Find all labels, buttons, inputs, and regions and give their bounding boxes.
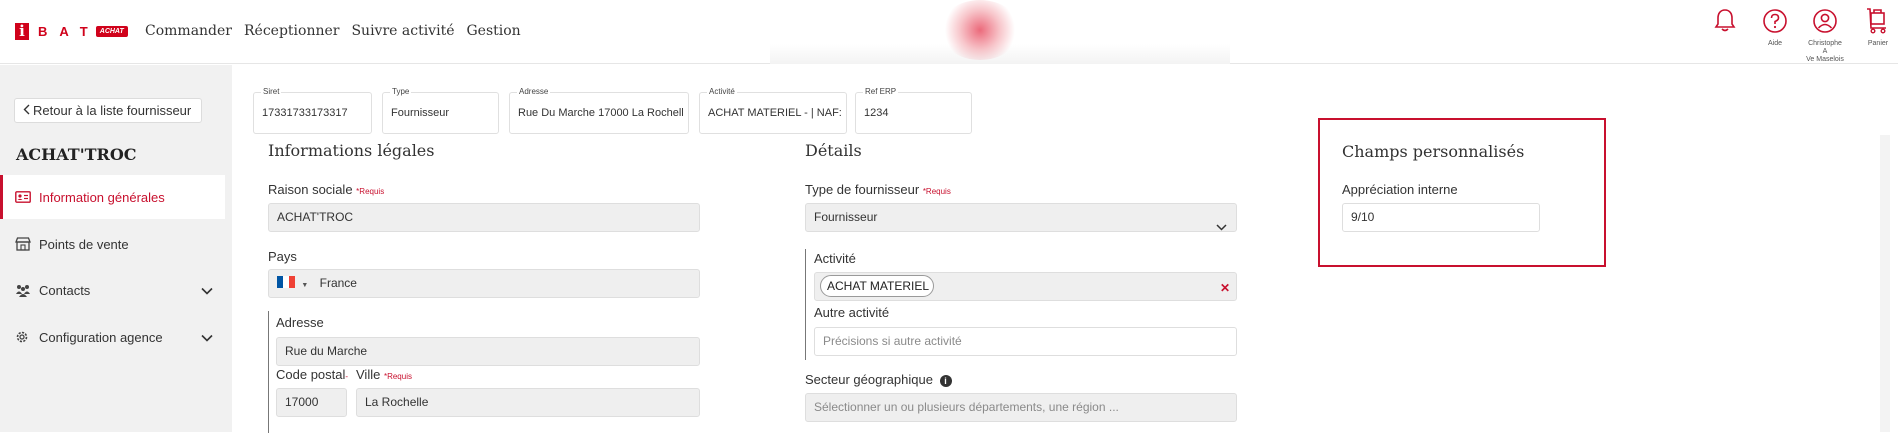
code-postal-input[interactable]: 17000 xyxy=(276,388,347,417)
pays-select[interactable]: ▼ France xyxy=(268,269,700,298)
scrollbar[interactable] xyxy=(1880,135,1890,432)
back-to-list-label: Retour à la liste fournisseur xyxy=(33,103,192,118)
sidebar-item-label: Configuration agence xyxy=(39,329,163,345)
gear-icon xyxy=(15,330,35,344)
sidebar-item-contacts[interactable]: Contacts xyxy=(0,268,225,312)
summary-type: Type Fournisseur xyxy=(382,87,499,134)
company-name: ACHAT'TROC xyxy=(16,145,137,164)
user-account-button[interactable]: Christophe A Ve Maselois xyxy=(1805,8,1845,64)
nav-receptionner[interactable]: Réceptionner xyxy=(244,23,339,39)
ville-label: Ville *Requis xyxy=(356,367,412,382)
secteur-geographique-label: Secteur géographique i xyxy=(805,372,952,387)
raison-sociale-label: Raison sociale *Requis xyxy=(268,182,385,197)
france-flag-icon xyxy=(277,276,295,289)
caret-down-icon: ▼ xyxy=(301,282,309,289)
back-to-list-button[interactable]: Retour à la liste fournisseur xyxy=(14,98,203,123)
type-fournisseur-select[interactable]: Fournisseur xyxy=(805,203,1237,232)
bell-icon xyxy=(1714,9,1736,32)
cart-icon xyxy=(1867,8,1886,34)
blurred-area xyxy=(940,0,1020,60)
nav-suivre-activite[interactable]: Suivre activité xyxy=(351,23,454,39)
type-fournisseur-value: Fournisseur xyxy=(814,210,878,224)
legal-section-title: Informations légales xyxy=(268,141,435,160)
summary-label: Adresse xyxy=(517,87,551,96)
summary-label: Activité xyxy=(707,87,737,96)
chevron-down-icon[interactable] xyxy=(201,330,213,345)
activite-label: Activité xyxy=(814,251,856,266)
required-marker: *Requis xyxy=(356,187,385,196)
summary-label: Type xyxy=(390,87,412,96)
main-nav: Commander Réceptionner Suivre activité G… xyxy=(145,23,521,39)
store-icon xyxy=(15,237,35,251)
help-icon xyxy=(1763,9,1787,33)
sidebar-item-configuration-agence[interactable]: Configuration agence xyxy=(0,315,225,359)
secteur-geographique-select[interactable]: Sélectionner un ou plusieurs département… xyxy=(805,393,1237,422)
help-button[interactable]: Aide xyxy=(1755,8,1795,48)
sidebar-item-label: Points de vente xyxy=(39,236,129,252)
sidebar-item-label: Contacts xyxy=(39,282,91,298)
people-icon xyxy=(15,284,35,297)
summary-value: ACHAT MATERIEL - | NAF: - xyxy=(708,107,842,119)
cart-label: Panier xyxy=(1867,40,1889,47)
chevron-left-icon xyxy=(23,99,30,122)
summary-value: 1234 xyxy=(864,107,889,119)
summary-label: Siret xyxy=(261,87,282,96)
ibat-logo[interactable]: i BAT ACHAT xyxy=(15,23,128,40)
ville-input[interactable]: La Rochelle xyxy=(356,388,700,417)
sidebar-item-points-de-vente[interactable]: Points de vente xyxy=(0,222,225,266)
required-marker: *Requis xyxy=(383,372,412,381)
user-label: Christophe A Ve Maselois xyxy=(1806,40,1844,63)
summary-label: Ref ERP xyxy=(863,87,899,96)
summary-activite: Activité ACHAT MATERIEL - | NAF: - xyxy=(699,87,847,134)
logo-letters: BAT xyxy=(38,24,100,39)
pays-label: Pays xyxy=(268,249,297,264)
highlight-box xyxy=(1318,118,1606,267)
clear-activite-icon[interactable]: ✕ xyxy=(1220,281,1230,295)
activite-tag[interactable]: ACHAT MATERIEL xyxy=(820,275,935,297)
logo-badge: ACHAT xyxy=(95,26,128,37)
type-fournisseur-label: Type de fournisseur *Requis xyxy=(805,182,951,197)
cart-button[interactable]: Panier xyxy=(1858,8,1898,48)
summary-adresse: Adresse Rue Du Marche 17000 La Rochelle xyxy=(509,87,689,134)
summary-siret: Siret 17331733173317 xyxy=(253,87,372,134)
summary-value: 17331733173317 xyxy=(262,107,348,119)
info-icon[interactable]: i xyxy=(939,374,952,387)
notifications-button[interactable] xyxy=(1705,8,1745,38)
pays-value: France xyxy=(319,276,357,290)
id-card-icon xyxy=(15,191,35,203)
chevron-down-icon xyxy=(1216,214,1227,231)
help-label: Aide xyxy=(1767,40,1782,47)
autre-activite-input[interactable]: Précisions si autre activité xyxy=(814,327,1237,356)
top-bar: i BAT ACHAT Commander Réceptionner Suivr… xyxy=(0,0,1898,64)
activite-group-bar xyxy=(805,249,806,360)
nav-gestion[interactable]: Gestion xyxy=(466,23,520,39)
nav-commander[interactable]: Commander xyxy=(145,23,232,39)
adresse-group-bar xyxy=(268,311,269,433)
details-section-title: Détails xyxy=(805,141,862,160)
sidebar-item-label: Information générales xyxy=(39,189,165,205)
sidebar: Retour à la liste fournisseur ACHAT'TROC… xyxy=(0,65,232,432)
chevron-down-icon[interactable] xyxy=(201,283,213,298)
sidebar-item-information-generales[interactable]: Information générales xyxy=(0,175,225,219)
summary-ref-erp: Ref ERP 1234 xyxy=(855,87,972,134)
user-icon xyxy=(1813,9,1837,33)
summary-value: Rue Du Marche 17000 La Rochelle xyxy=(518,107,684,119)
required-marker: *Requis xyxy=(922,187,951,196)
logo-i: i xyxy=(15,23,29,40)
adresse-input[interactable]: Rue du Marche xyxy=(276,337,700,366)
adresse-label: Adresse xyxy=(276,315,324,330)
summary-value: Fournisseur xyxy=(391,107,450,119)
main-content: Siret 17331733173317 Type Fournisseur Ad… xyxy=(232,65,1898,433)
code-postal-label: Code postal- xyxy=(276,367,349,382)
raison-sociale-input[interactable]: ACHAT'TROC xyxy=(268,203,700,232)
autre-activite-label: Autre activité xyxy=(814,305,890,320)
